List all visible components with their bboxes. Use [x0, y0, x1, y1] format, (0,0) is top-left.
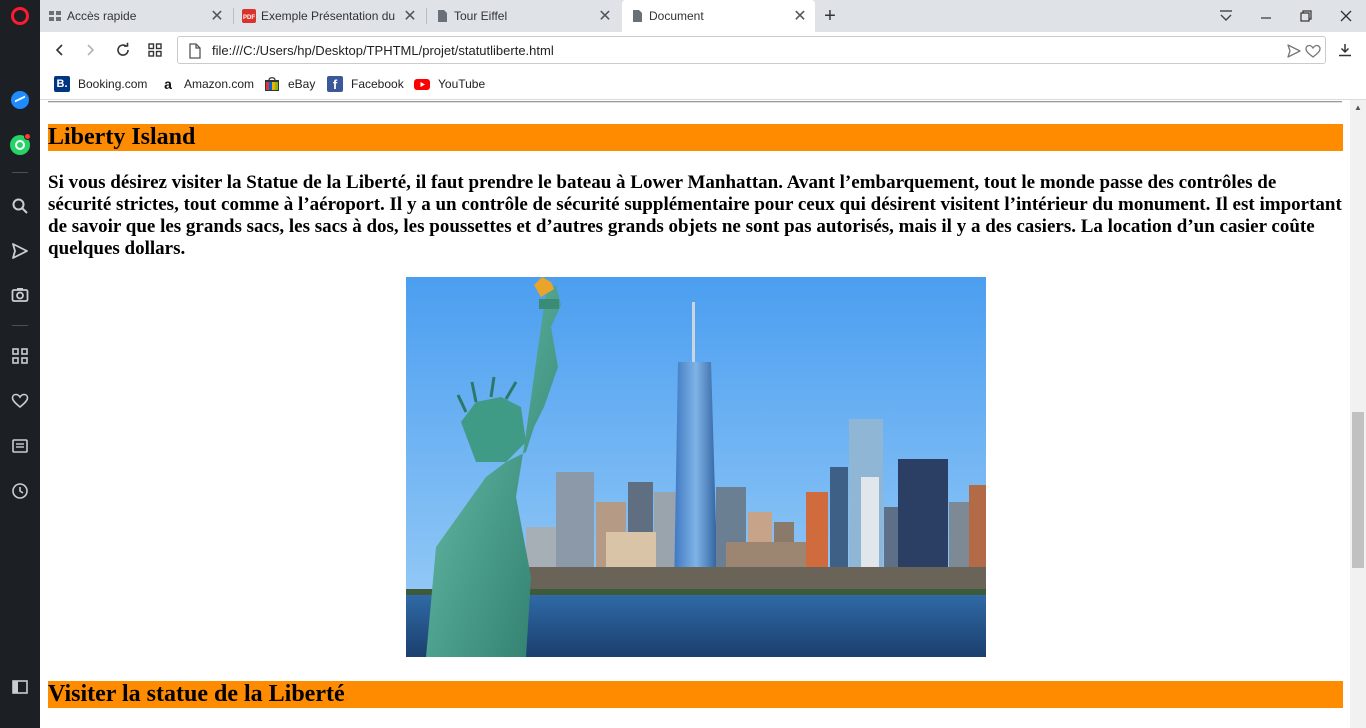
back-button[interactable] — [48, 38, 72, 62]
document-icon — [633, 10, 642, 22]
paragraph: Si vous désirez visiter la Statue de la … — [48, 172, 1342, 259]
close-window-button[interactable] — [1332, 4, 1360, 28]
reload-icon — [117, 42, 129, 56]
search-button[interactable] — [8, 194, 32, 218]
sidebar-divider — [12, 325, 28, 326]
send-button[interactable] — [8, 239, 32, 263]
tab-close-icon[interactable]: ✕ — [399, 5, 421, 27]
send-icon — [12, 243, 28, 259]
heart-icon — [11, 393, 29, 409]
plus-icon: + — [824, 4, 836, 27]
amazon-icon: a — [164, 76, 172, 92]
heading-visiter-statue: Visiter la statue de la Liberté — [48, 681, 1343, 708]
tab-title: Accès rapide — [67, 9, 137, 23]
bookmark-label: eBay — [288, 77, 316, 91]
tab-close-icon[interactable]: ✕ — [789, 5, 811, 27]
whatsapp-button[interactable] — [8, 133, 32, 157]
opera-sidebar — [0, 0, 40, 728]
vertical-scrollbar[interactable]: ▲ — [1350, 100, 1366, 728]
booking-icon: B. — [54, 76, 70, 92]
url-text: file:///C:/Users/hp/Desktop/TPHTML/proje… — [212, 43, 554, 58]
restore-button[interactable] — [1292, 4, 1320, 28]
ebay-icon — [265, 77, 279, 91]
bookmark-ebay[interactable]: eBay — [264, 75, 315, 93]
bookmarks-bar: B. Booking.com a Amazon.com eBay f Faceb… — [40, 68, 1366, 100]
tab-exemple-presentation[interactable]: PDF Exemple Présentation du p ✕ — [234, 0, 425, 32]
youtube-icon — [414, 79, 430, 90]
address-bar[interactable]: file:///C:/Users/hp/Desktop/TPHTML/proje… — [177, 36, 1326, 64]
bookmark-label: YouTube — [438, 77, 486, 91]
restore-icon — [1300, 10, 1312, 22]
messenger-icon — [11, 91, 29, 109]
forward-button[interactable] — [78, 38, 102, 62]
minimize-icon — [1261, 17, 1271, 19]
bookmark-heart-icon[interactable] — [1305, 44, 1321, 58]
svg-text:PDF: PDF — [243, 15, 255, 21]
tab-close-icon[interactable]: ✕ — [206, 5, 228, 27]
sidebar-divider — [12, 172, 28, 173]
new-tab-button[interactable]: + — [816, 4, 844, 28]
speed-dial-grid-button[interactable] — [143, 38, 167, 62]
statue-of-liberty-manhattan-photo — [406, 277, 986, 657]
bookmark-label: Facebook — [351, 77, 404, 91]
pdf-icon: PDF — [242, 9, 256, 23]
camera-icon — [11, 288, 29, 302]
bookmark-booking[interactable]: B. Booking.com — [54, 75, 147, 93]
tab-menu-icon — [1220, 10, 1232, 21]
tab-title: Exemple Présentation du p — [261, 9, 399, 23]
downloads-button[interactable] — [1333, 38, 1357, 62]
file-icon — [189, 43, 201, 59]
scroll-thumb[interactable] — [1352, 412, 1364, 568]
favorites-button[interactable] — [8, 389, 32, 413]
document-icon — [438, 10, 447, 22]
opera-menu-button[interactable] — [8, 4, 32, 28]
reload-button[interactable] — [111, 38, 135, 62]
history-button[interactable] — [8, 479, 32, 503]
navigation-toolbar: file:///C:/Users/hp/Desktop/TPHTML/proje… — [40, 32, 1366, 68]
speed-dial-button[interactable] — [8, 344, 32, 368]
sidebar-toggle-button[interactable] — [8, 675, 32, 699]
tab-title: Tour Eiffel — [454, 9, 508, 23]
minimize-button[interactable] — [1252, 4, 1280, 28]
page-content: Liberty Island Si vous désirez visiter l… — [40, 100, 1350, 728]
horizontal-rule — [48, 101, 1342, 103]
tab-menu-button[interactable] — [1212, 4, 1240, 28]
arrow-right-icon — [87, 44, 95, 56]
tab-close-icon[interactable]: ✕ — [594, 5, 616, 27]
speed-dial-icon — [49, 11, 61, 21]
tab-document[interactable]: Document ✕ — [622, 0, 815, 32]
arrow-left-icon — [55, 44, 63, 56]
clock-icon — [12, 483, 28, 499]
tab-tour-eiffel[interactable]: Tour Eiffel ✕ — [427, 0, 620, 32]
heading-liberty-island: Liberty Island — [48, 124, 1343, 151]
bookmark-facebook[interactable]: f Facebook — [327, 75, 404, 93]
download-icon — [1339, 44, 1351, 57]
facebook-icon: f — [327, 76, 343, 92]
news-button[interactable] — [8, 434, 32, 458]
tab-title: Document — [649, 9, 704, 23]
send-page-icon[interactable] — [1287, 44, 1301, 58]
news-icon — [12, 439, 28, 453]
snapshot-button[interactable] — [8, 283, 32, 307]
messenger-button[interactable] — [8, 88, 32, 112]
bookmark-amazon[interactable]: a Amazon.com — [160, 75, 254, 93]
notification-dot — [24, 133, 31, 140]
sidebar-toggle-icon — [12, 680, 28, 694]
scroll-up-icon[interactable]: ▲ — [1350, 100, 1366, 114]
bookmark-youtube[interactable]: YouTube — [414, 75, 485, 93]
opera-logo-icon — [11, 7, 29, 25]
grid-icon — [148, 43, 162, 57]
close-icon — [1340, 10, 1352, 22]
bookmark-label: Amazon.com — [184, 77, 255, 91]
grid-icon — [12, 348, 28, 364]
tab-acces-rapide[interactable]: Accès rapide ✕ — [40, 0, 232, 32]
tab-strip: Accès rapide ✕ PDF Exemple Présentation … — [40, 0, 1366, 32]
bookmark-label: Booking.com — [78, 77, 148, 91]
search-icon — [12, 198, 28, 214]
